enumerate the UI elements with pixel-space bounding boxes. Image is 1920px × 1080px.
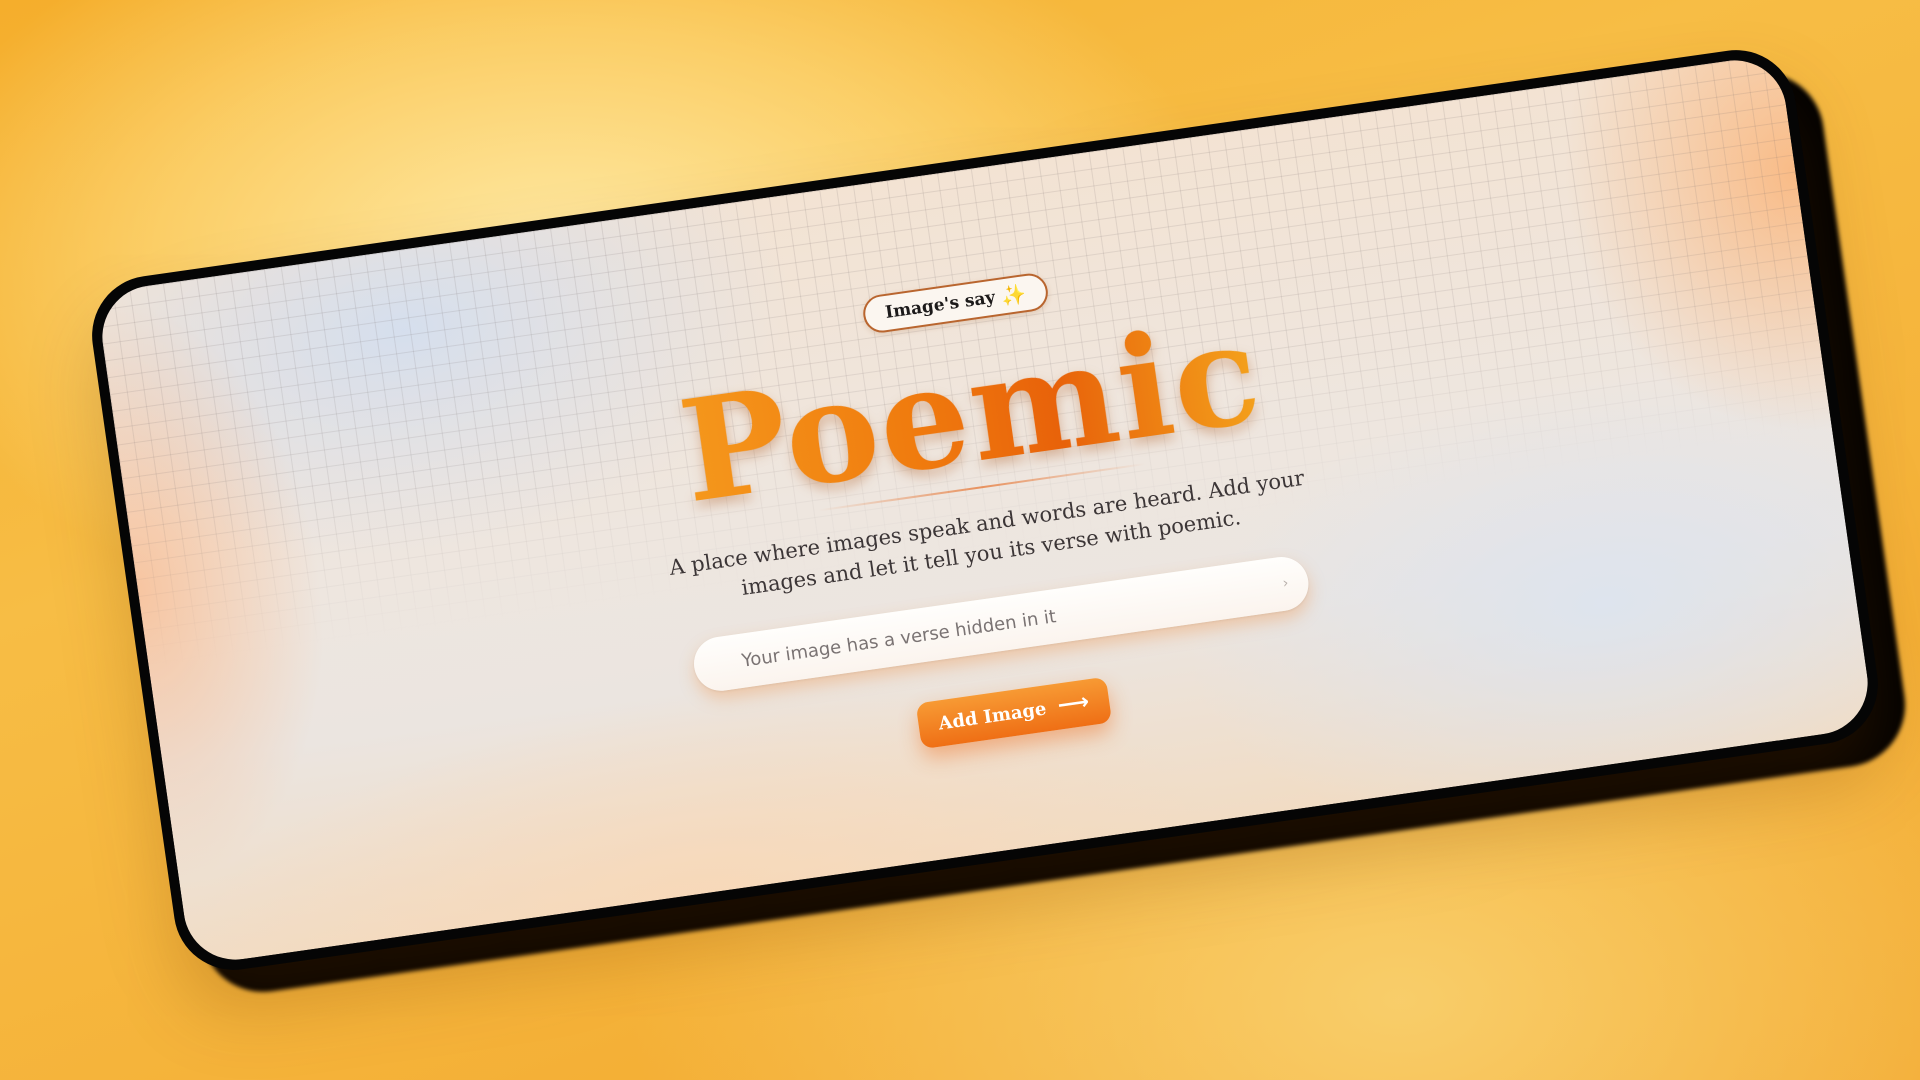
device-frame: Image's say ✨ Poemic A place where image… bbox=[84, 42, 1914, 1001]
add-image-label: Add Image bbox=[937, 697, 1048, 735]
hero-section: Image's say ✨ Poemic A place where image… bbox=[96, 54, 1875, 967]
device-bezel: Image's say ✨ Poemic A place where image… bbox=[84, 42, 1886, 978]
app-screen: Image's say ✨ Poemic A place where image… bbox=[95, 53, 1875, 967]
badge-label: Image's say bbox=[883, 287, 997, 323]
add-image-button[interactable]: Add Image ⟶ bbox=[915, 676, 1113, 750]
arrow-right-icon: ⟶ bbox=[1056, 689, 1091, 719]
sparkle-icon: ✨ bbox=[999, 281, 1028, 309]
